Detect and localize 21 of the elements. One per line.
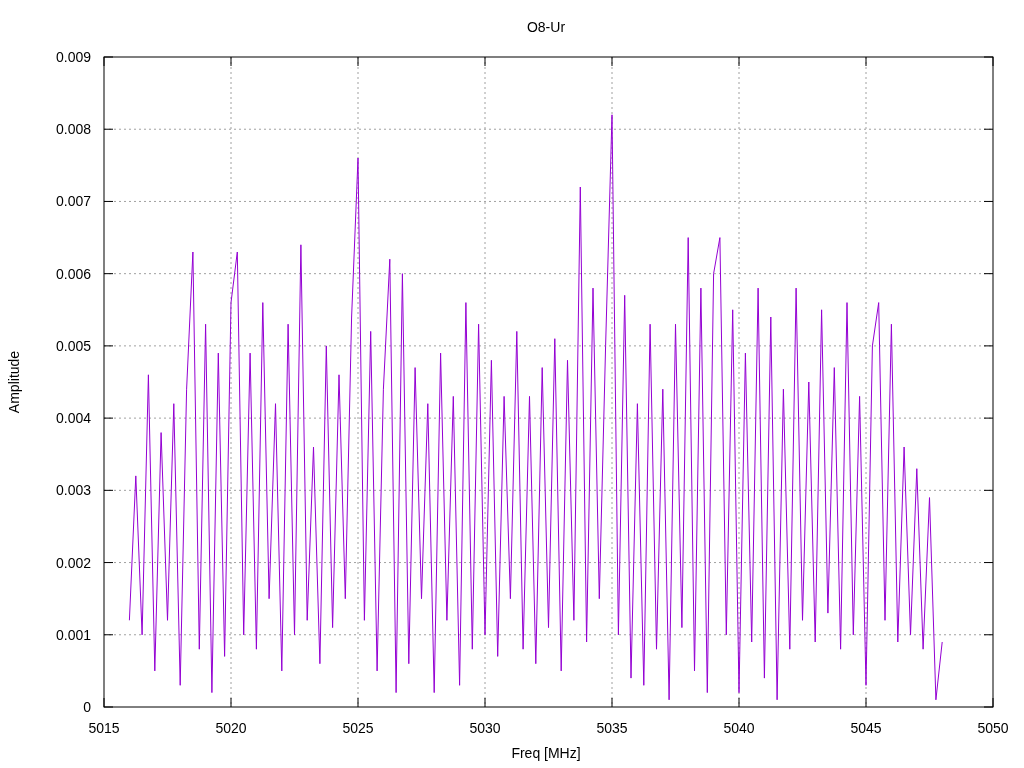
- tick-label: 0.003: [55, 482, 91, 499]
- chart-title: O8-Ur: [526, 19, 566, 35]
- axis-label: Freq [MHz]: [511, 745, 581, 761]
- tick-label: 0.009: [55, 49, 91, 65]
- tick-label: 0.002: [55, 554, 91, 571]
- axis-label: Amplitude: [6, 350, 22, 414]
- tick-label: 5035: [596, 720, 628, 736]
- tick-label: 0.005: [55, 337, 91, 354]
- tick-label: 0.006: [55, 265, 91, 282]
- tick-label: 5015: [88, 720, 120, 736]
- tick-label: 0.007: [55, 193, 91, 210]
- tick-label: 5025: [342, 720, 374, 736]
- tick-label: 0.004: [55, 410, 91, 427]
- tick-label: 0.008: [55, 121, 91, 138]
- tick-label: 0.001: [55, 626, 91, 643]
- tick-label: 5050: [977, 720, 1009, 736]
- tick-label: 5045: [850, 720, 882, 736]
- tick-label: 5040: [723, 720, 755, 736]
- tick-label: 0: [83, 699, 91, 715]
- tick-label: 5020: [215, 720, 247, 736]
- tick-label: 5030: [469, 720, 501, 736]
